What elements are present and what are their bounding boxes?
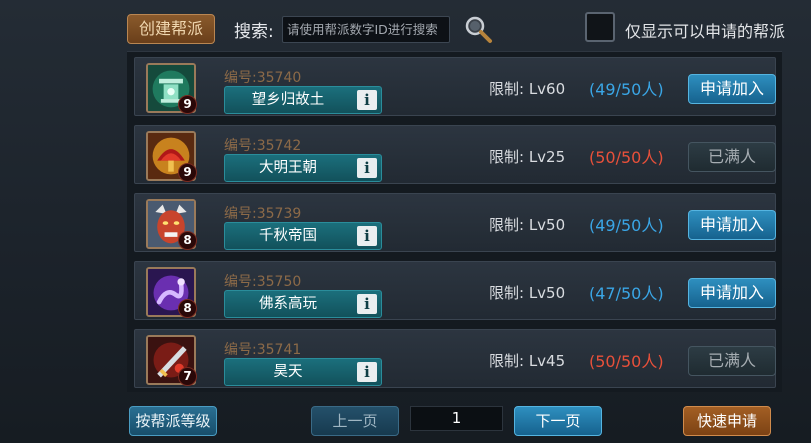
guild-id: 编号:35742 bbox=[224, 138, 302, 154]
info-icon[interactable]: i bbox=[357, 158, 377, 178]
guild-row: 8 编号:35750 佛系高玩 i 限制: Lv50 (47/50人) 申请加入 bbox=[134, 261, 776, 320]
quick-apply-button[interactable]: 快速申请 bbox=[683, 406, 771, 436]
info-icon[interactable]: i bbox=[357, 226, 377, 246]
level-requirement: 限制: Lv50 bbox=[489, 216, 566, 234]
create-guild-button[interactable]: 创建帮派 bbox=[127, 14, 215, 44]
member-count: (50/50人) bbox=[589, 148, 664, 167]
level-requirement: 限制: Lv45 bbox=[489, 352, 566, 370]
apply-join-button[interactable]: 申请加入 bbox=[688, 278, 776, 308]
apply-join-button[interactable]: 申请加入 bbox=[688, 74, 776, 104]
member-count: (50/50人) bbox=[589, 352, 664, 371]
magnifier-search-icon[interactable] bbox=[463, 14, 493, 44]
guild-id: 编号:35741 bbox=[224, 342, 302, 358]
joinable-only-checkbox[interactable] bbox=[585, 12, 615, 42]
guild-name-button[interactable]: 昊天 i bbox=[224, 358, 382, 386]
level-requirement: 限制: Lv60 bbox=[489, 80, 566, 98]
level-requirement: 限制: Lv50 bbox=[489, 284, 566, 302]
guild-name: 佛系高玩 bbox=[259, 296, 317, 312]
info-icon[interactable]: i bbox=[357, 90, 377, 110]
guild-level-badge: 9 bbox=[178, 95, 197, 114]
guild-level-badge: 8 bbox=[178, 299, 197, 318]
guild-name-button[interactable]: 千秋帝国 i bbox=[224, 222, 382, 250]
guild-id: 编号:35739 bbox=[224, 206, 302, 222]
guild-row: 9 编号:35740 望乡归故土 i 限制: Lv60 (49/50人) 申请加… bbox=[134, 57, 776, 116]
guild-name: 大明王朝 bbox=[259, 160, 317, 176]
guild-id: 编号:35740 bbox=[224, 70, 302, 86]
level-requirement: 限制: Lv25 bbox=[489, 148, 566, 166]
guild-name-button[interactable]: 佛系高玩 i bbox=[224, 290, 382, 318]
guild-level-badge: 9 bbox=[178, 163, 197, 182]
guild-full-button: 已满人 bbox=[688, 346, 776, 376]
guild-row: 8 编号:35739 千秋帝国 i 限制: Lv50 (49/50人) 申请加入 bbox=[134, 193, 776, 252]
page-number-field[interactable]: 1 bbox=[410, 406, 503, 431]
joinable-only-label: 仅显示可以申请的帮派 bbox=[625, 22, 786, 41]
guild-name-button[interactable]: 大明王朝 i bbox=[224, 154, 382, 182]
guild-name-button[interactable]: 望乡归故土 i bbox=[224, 86, 382, 114]
guild-level-badge: 7 bbox=[178, 367, 197, 386]
member-count: (49/50人) bbox=[589, 216, 664, 235]
apply-join-button[interactable]: 申请加入 bbox=[688, 210, 776, 240]
guild-row: 9 编号:35742 大明王朝 i 限制: Lv25 (50/50人) 已满人 bbox=[134, 125, 776, 184]
member-count: (47/50人) bbox=[589, 284, 664, 303]
member-count: (49/50人) bbox=[589, 80, 664, 99]
guild-name: 昊天 bbox=[273, 364, 303, 380]
info-icon[interactable]: i bbox=[357, 294, 377, 314]
guild-level-badge: 8 bbox=[178, 231, 197, 250]
search-label: 搜索: bbox=[234, 22, 274, 42]
guild-name: 望乡归故土 bbox=[251, 92, 325, 108]
guild-name: 千秋帝国 bbox=[259, 228, 317, 244]
guild-id: 编号:35750 bbox=[224, 274, 302, 290]
guild-row: 7 编号:35741 昊天 i 限制: Lv45 (50/50人) 已满人 bbox=[134, 329, 776, 388]
guild-full-button: 已满人 bbox=[688, 142, 776, 172]
top-toolbar: 创建帮派 搜索: 仅显示可以申请的帮派 bbox=[0, 0, 811, 52]
info-icon[interactable]: i bbox=[357, 362, 377, 382]
sort-by-guild-level-button[interactable]: 按帮派等级 bbox=[129, 406, 217, 436]
guild-list: 9 编号:35740 望乡归故土 i 限制: Lv60 (49/50人) 申请加… bbox=[127, 51, 782, 392]
search-input[interactable] bbox=[282, 16, 450, 43]
prev-page-button[interactable]: 上一页 bbox=[311, 406, 399, 436]
next-page-button[interactable]: 下一页 bbox=[514, 406, 602, 436]
